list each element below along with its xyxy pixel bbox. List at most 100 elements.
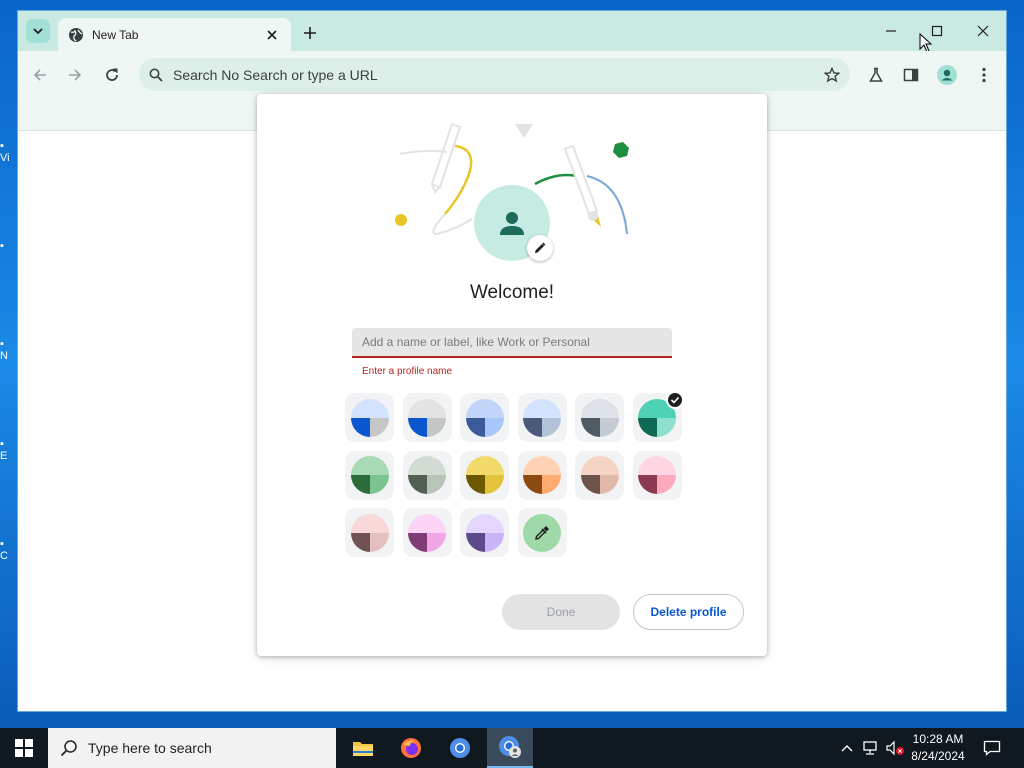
- mouse-cursor-icon: [919, 33, 933, 53]
- taskbar-search-box[interactable]: Type here to search: [48, 728, 336, 768]
- color-swatch-circle: [408, 513, 446, 552]
- back-button[interactable]: [26, 61, 54, 89]
- color-swatch-circle: [523, 456, 561, 494]
- color-swatch-circle: [465, 456, 504, 494]
- taskbar-search-placeholder: Type here to search: [88, 740, 212, 756]
- color-swatch[interactable]: [460, 393, 509, 442]
- color-swatch[interactable]: [632, 450, 682, 500]
- done-button[interactable]: Done: [502, 594, 620, 630]
- firefox-icon: [401, 738, 421, 758]
- profile-name-input[interactable]: [352, 328, 672, 358]
- color-swatch[interactable]: [402, 450, 452, 500]
- taskbar-firefox[interactable]: [388, 728, 434, 768]
- arrow-right-icon: [69, 69, 82, 81]
- desktop-icon[interactable]: ▪ E: [0, 438, 18, 462]
- search-icon: [60, 740, 77, 757]
- clock-time: 10:28 AM: [912, 732, 964, 746]
- network-tray-icon[interactable]: [860, 728, 882, 768]
- welcome-heading: Welcome!: [469, 282, 555, 303]
- profile-button[interactable]: [933, 61, 961, 89]
- network-icon: [863, 741, 877, 755]
- color-swatch[interactable]: [345, 508, 394, 557]
- color-swatch[interactable]: [517, 393, 567, 442]
- taskbar: Type here to search 10:28 AM 8/24/2024: [0, 728, 1024, 768]
- checkmark-icon: [665, 391, 684, 409]
- person-icon: [500, 212, 524, 235]
- color-swatch-circle: [465, 398, 504, 437]
- taskbar-file-explorer[interactable]: [340, 728, 386, 768]
- chrome-profile-icon: [499, 736, 521, 758]
- clock-date: 8/24/2024: [911, 749, 965, 763]
- search-icon: [149, 68, 163, 82]
- volume-tray-icon[interactable]: [884, 728, 906, 768]
- color-swatch[interactable]: [345, 393, 394, 442]
- folder-icon: [353, 742, 373, 756]
- windows-logo-icon: [15, 739, 33, 757]
- color-swatch[interactable]: [460, 508, 509, 557]
- desktop-icon[interactable]: ▪ Vi: [0, 140, 18, 164]
- labs-button[interactable]: [862, 61, 890, 89]
- bookmark-star-icon[interactable]: [824, 66, 840, 83]
- desktop-icon[interactable]: ▪ C: [0, 538, 18, 562]
- close-icon: [977, 25, 989, 37]
- desktop-icon[interactable]: ▪ N: [0, 338, 18, 362]
- color-swatch-circle: [350, 398, 389, 437]
- color-swatch[interactable]: [345, 450, 394, 500]
- tab-title: New Tab: [92, 27, 139, 42]
- system-clock[interactable]: 10:28 AM 8/24/2024: [905, 731, 971, 765]
- minimize-icon: [886, 30, 896, 32]
- plus-icon: [304, 27, 316, 39]
- delete-profile-button[interactable]: Delete profile: [633, 594, 744, 630]
- color-swatch[interactable]: [575, 393, 624, 442]
- color-swatch-circle: [350, 513, 389, 552]
- forward-button[interactable]: [61, 61, 89, 89]
- side-panel-button[interactable]: [897, 61, 925, 89]
- notifications-button[interactable]: [978, 728, 1006, 768]
- color-swatch-circle: [350, 456, 389, 494]
- notification-icon: [983, 740, 1001, 756]
- globe-icon: [69, 27, 83, 42]
- address-bar-placeholder: Search No Search or type a URL: [173, 66, 378, 83]
- color-swatch[interactable]: [460, 450, 509, 500]
- chromium-icon: [450, 738, 470, 758]
- color-swatch[interactable]: [402, 508, 452, 557]
- avatar-icon: [937, 65, 957, 85]
- start-button[interactable]: [0, 728, 48, 768]
- tab-search-button[interactable]: [26, 19, 50, 43]
- tab-new-tab[interactable]: New Tab: [58, 18, 291, 51]
- profile-name-error: Enter a profile name: [362, 366, 453, 377]
- browser-toolbar: Search No Search or type a URL: [18, 51, 1006, 97]
- close-tab-icon[interactable]: [263, 26, 281, 44]
- show-hidden-icons-button[interactable]: [838, 728, 856, 768]
- profile-customization-dialog: Welcome! Enter a profile name Done Delet…: [257, 94, 767, 656]
- reload-button[interactable]: [98, 61, 126, 89]
- color-swatch-circle: [408, 456, 446, 494]
- taskbar-chromium[interactable]: [437, 728, 483, 768]
- arrow-left-icon: [33, 69, 46, 81]
- side-panel-icon: [903, 68, 919, 82]
- minimize-button[interactable]: [868, 15, 914, 47]
- color-swatch-circle: [580, 456, 619, 494]
- desktop-icon[interactable]: ▪: [0, 240, 18, 252]
- custom-color-button[interactable]: [517, 508, 567, 557]
- color-swatch-circle: [580, 398, 619, 437]
- reload-icon: [106, 68, 118, 81]
- color-swatch-circle: [465, 513, 504, 552]
- pencil-icon: [535, 242, 546, 253]
- taskbar-chrome-profile[interactable]: [487, 728, 533, 768]
- close-window-button[interactable]: [960, 15, 1006, 47]
- color-swatch[interactable]: [575, 450, 624, 500]
- address-bar[interactable]: Search No Search or type a URL: [139, 58, 850, 91]
- menu-button[interactable]: [970, 61, 998, 89]
- chevron-up-icon: [841, 745, 853, 752]
- color-swatch[interactable]: [517, 450, 567, 500]
- color-swatch-circle: [408, 398, 446, 437]
- chevron-down-icon: [33, 28, 43, 35]
- flask-icon: [869, 67, 883, 82]
- color-swatch-circle: [638, 456, 676, 494]
- new-tab-button[interactable]: [298, 21, 322, 45]
- color-swatch[interactable]: [402, 393, 452, 442]
- edit-avatar-button[interactable]: [527, 235, 553, 261]
- color-swatch[interactable]: [632, 391, 684, 442]
- tab-strip: New Tab: [18, 11, 1006, 53]
